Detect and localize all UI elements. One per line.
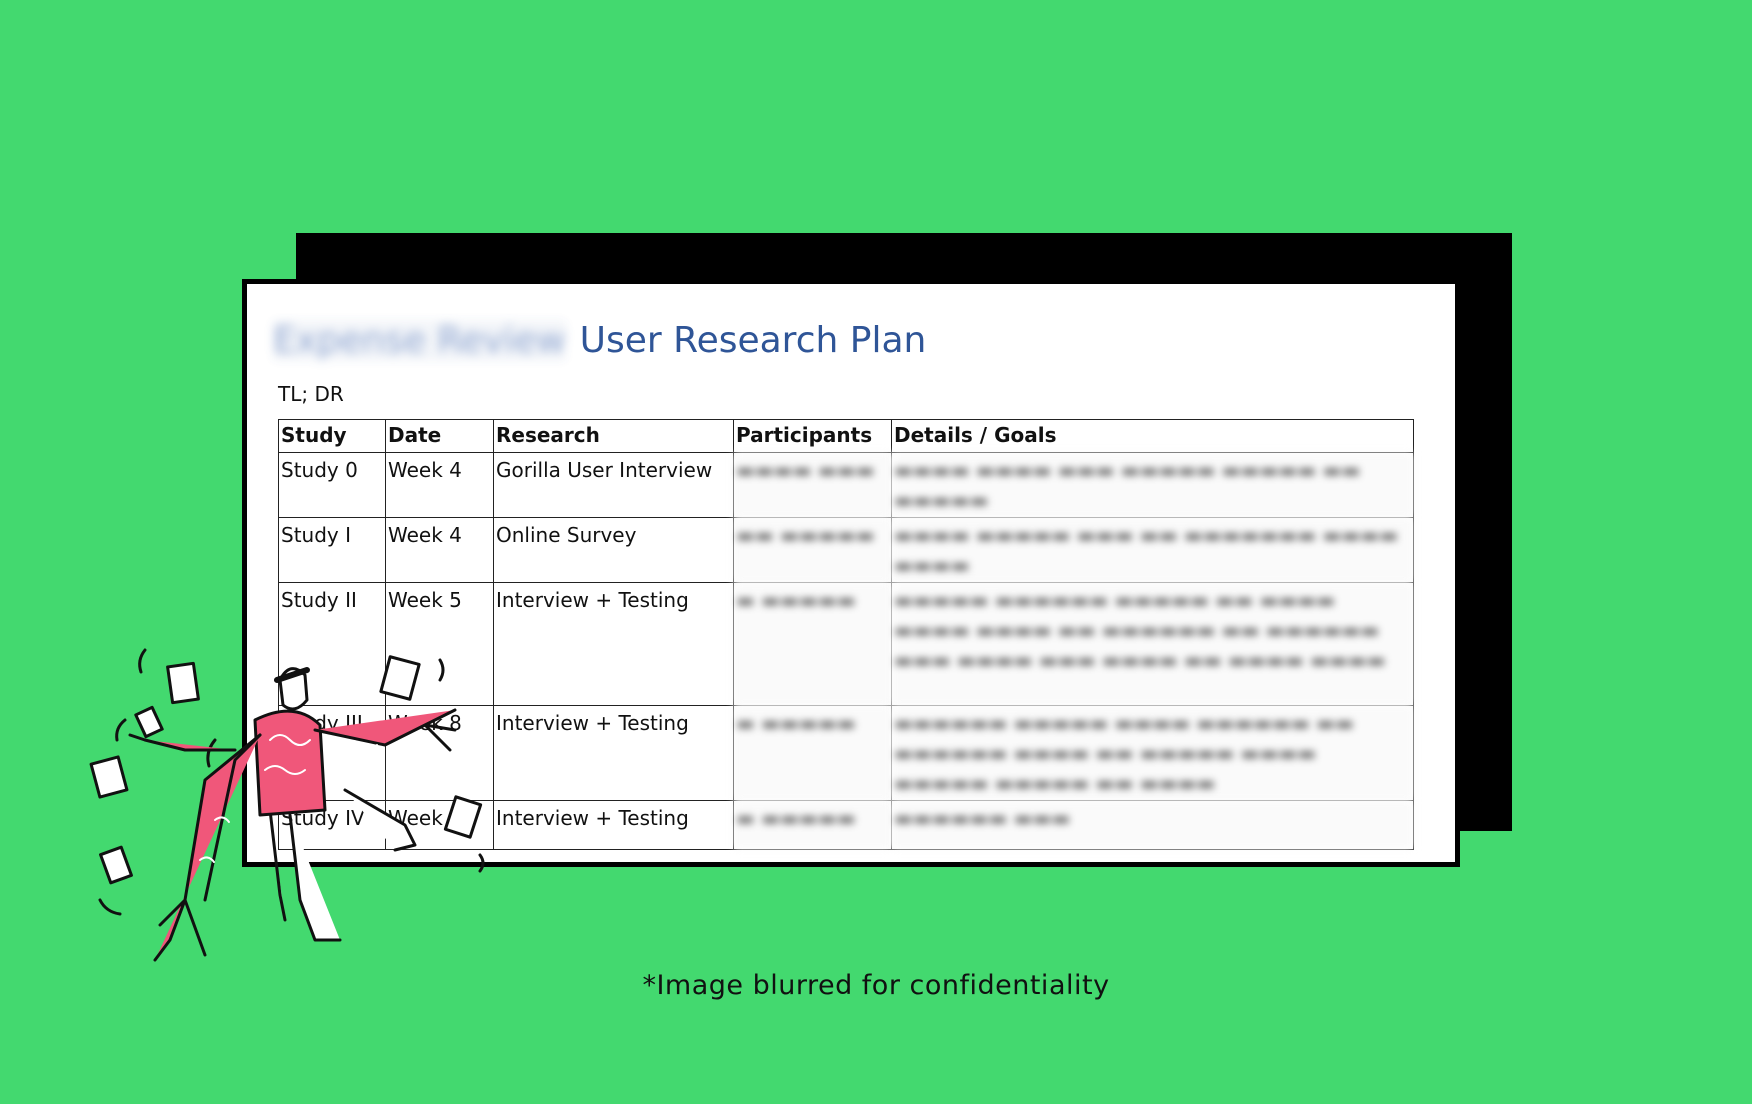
cell-participants-blurred: ▬ ▬▬▬▬▬ xyxy=(733,705,892,801)
cell-details-blurred: ▬▬▬▬▬ ▬▬▬▬▬▬ ▬▬▬▬▬ ▬▬ ▬▬▬▬ ▬▬▬▬ ▬▬▬▬ ▬▬ … xyxy=(891,582,1414,706)
header-research: Research xyxy=(493,419,734,453)
title-blurred-prefix: Expense Review xyxy=(273,320,566,361)
cell-research: Interview + Testing xyxy=(493,705,734,801)
cell-details-blurred: ▬▬▬▬▬▬ ▬▬▬▬▬ ▬▬▬▬ ▬▬▬▬▬▬ ▬▬ ▬▬▬▬▬▬ ▬▬▬▬ … xyxy=(891,705,1414,801)
cell-details-blurred: ▬▬▬▬ ▬▬▬▬ ▬▬▬ ▬▬▬▬▬ ▬▬▬▬▬ ▬▬ ▬▬▬▬▬ xyxy=(891,452,1414,518)
header-participants: Participants xyxy=(733,419,892,453)
cell-research: Gorilla User Interview xyxy=(493,452,734,518)
paper-icon xyxy=(89,755,129,799)
paper-icon xyxy=(99,845,133,885)
paper-icon xyxy=(379,655,421,701)
header-details: Details / Goals xyxy=(891,419,1414,453)
cell-study: Study I xyxy=(278,517,386,583)
header-date: Date xyxy=(385,419,494,453)
paper-icon xyxy=(443,795,483,839)
cell-participants-blurred: ▬ ▬▬▬▬▬ xyxy=(733,800,892,850)
tldr-label: TL; DR xyxy=(278,382,344,406)
cell-research: Interview + Testing xyxy=(493,582,734,706)
cell-details-blurred: ▬▬▬▬▬▬ ▬▬▬ xyxy=(891,800,1414,850)
juggling-person-illustration xyxy=(89,648,485,962)
cell-date: Week 4 xyxy=(385,452,494,518)
cell-participants-blurred: ▬ ▬▬▬▬▬ xyxy=(733,582,892,706)
table-row: Study I Week 4 Online Survey ▬▬ ▬▬▬▬▬ ▬▬… xyxy=(278,517,1414,583)
table-header-row: Study Date Research Participants Details… xyxy=(278,419,1414,453)
cell-date: Week 4 xyxy=(385,517,494,583)
cell-research: Online Survey xyxy=(493,517,734,583)
document-title: Expense Review User Research Plan xyxy=(273,320,926,361)
cell-study: Study 0 xyxy=(278,452,386,518)
stage: Expense Review User Research Plan TL; DR… xyxy=(0,0,1752,1104)
table-row: Study 0 Week 4 Gorilla User Interview ▬▬… xyxy=(278,452,1414,518)
confidentiality-caption: *Image blurred for confidentiality xyxy=(642,970,1110,1001)
paper-icon xyxy=(134,705,164,739)
title-text: User Research Plan xyxy=(579,320,927,361)
header-study: Study xyxy=(278,419,386,453)
cell-research: Interview + Testing xyxy=(493,800,734,850)
cell-participants-blurred: ▬▬ ▬▬▬▬▬ xyxy=(733,517,892,583)
cell-participants-blurred: ▬▬▬▬ ▬▬▬ xyxy=(733,452,892,518)
cell-details-blurred: ▬▬▬▬ ▬▬▬▬▬ ▬▬▬ ▬▬ ▬▬▬▬▬▬▬ ▬▬▬▬ ▬▬▬▬ xyxy=(891,517,1414,583)
paper-icon xyxy=(166,661,200,705)
